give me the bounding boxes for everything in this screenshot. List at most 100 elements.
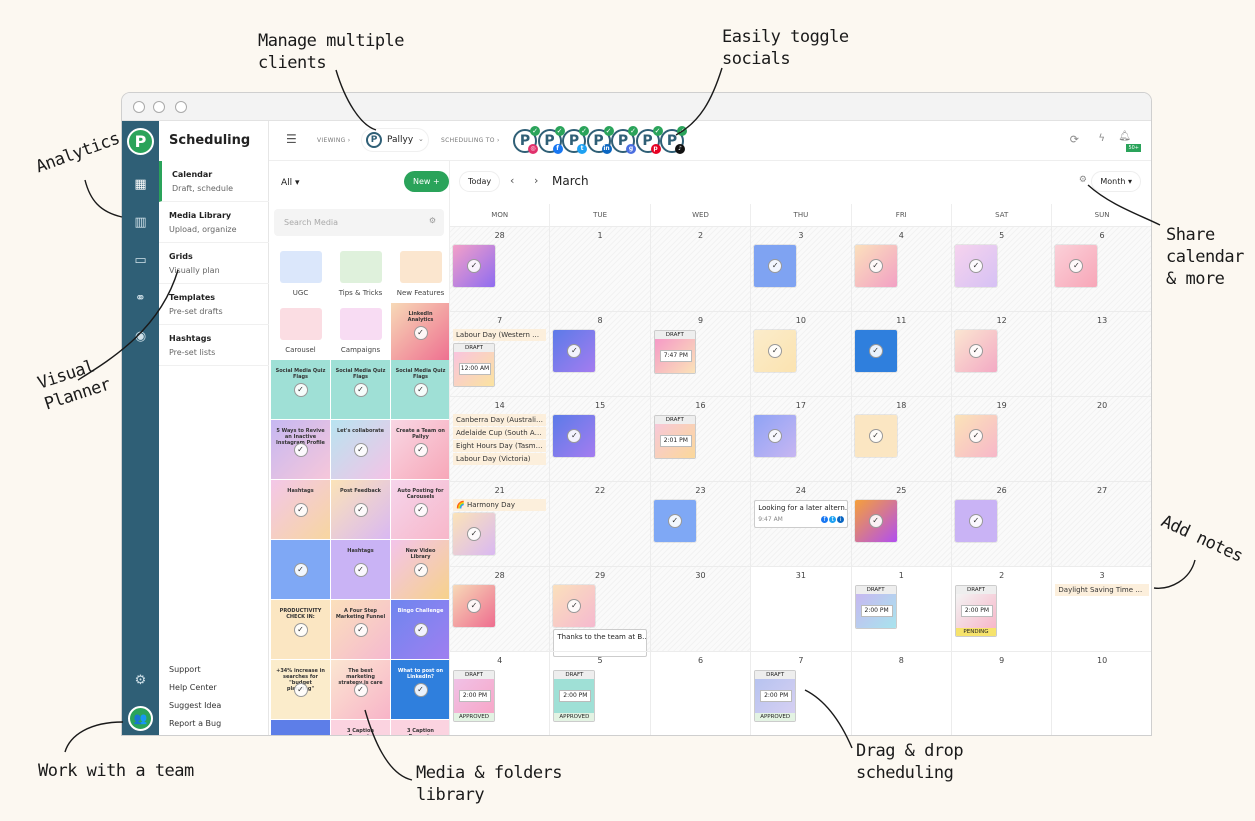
next-month-button[interactable]: › [534,174,538,187]
day-cell[interactable]: 3 ✓ [751,226,852,311]
window-maximize-button[interactable] [175,101,187,113]
day-cell[interactable]: 7 DRAFT 2:00 PM APPROVED [751,651,852,735]
media-tile[interactable]: 3 Caption Prompts✓ [391,720,449,735]
help-center-link[interactable]: Help Center [169,683,217,692]
day-cell[interactable]: 8 [851,651,952,735]
scheduled-post[interactable]: ✓ [553,330,596,372]
day-cell[interactable]: 17 ✓ [751,396,852,481]
today-button[interactable]: Today [459,171,501,192]
scheduled-post[interactable]: ✓ [854,500,897,542]
holiday-event[interactable]: Eight Hours Day (Tasman... [453,440,547,452]
day-cell[interactable]: 28 ✓ [450,226,551,311]
social-toggle-twitter[interactable]: P ✓ t [562,126,589,154]
media-tile[interactable]: The best marketing strategy is care ✓ [331,660,390,719]
media-folder[interactable]: Carousel [271,303,330,358]
day-cell[interactable]: 7 Labour Day (Western Aus... DRAFT 12:00 AM [450,311,551,396]
holiday-event[interactable]: Labour Day (Western Aus... [453,329,547,341]
sidebar-item-calendar[interactable]: Calendar Draft, schedule [159,161,269,202]
social-toggle-tiktok[interactable]: P ✓ ♪ [660,126,687,154]
menu-icon[interactable]: ☰ [286,132,297,146]
compass-icon[interactable]: ◉ [131,327,150,346]
media-tile[interactable]: Social Media Quiz Flags ✓ [391,360,449,419]
media-tile[interactable]: Create a Team on Pallyy ✓ [391,420,449,479]
settings-icon[interactable]: ⚙ [429,216,436,225]
support-link[interactable]: Support [169,665,201,674]
day-cell[interactable]: 23 ✓ [650,481,752,566]
day-cell[interactable]: 16 DRAFT 2:01 PM [650,396,752,481]
client-selector[interactable]: P Pallyy ⌄ [361,128,429,152]
draft-post[interactable]: DRAFT 12:00 AM [453,343,495,387]
day-cell[interactable]: 19 ✓ [952,396,1053,481]
sidebar-item-media-library[interactable]: Media Library Upload, organize [159,202,269,243]
media-tile[interactable]: Auto Posting for Carousels ✓ [391,480,449,539]
draft-post[interactable]: DRAFT 2:00 PM APPROVED [553,670,596,722]
social-toggle-facebook[interactable]: P ✓ f [537,126,565,154]
analytics-icon[interactable]: ▥ [131,213,150,232]
day-cell[interactable]: 3 Daylight Saving Time ends [1052,566,1151,651]
day-cell[interactable]: 10 ✓ [751,311,852,396]
window-close-button[interactable] [133,101,145,113]
day-cell[interactable]: 4 ✓ [851,226,952,311]
search-media-input[interactable]: Search Media ⚙ [274,209,444,236]
day-cell[interactable]: 11 ✓ [851,311,952,396]
scheduled-post[interactable]: ✓ [754,330,797,372]
settings-icon[interactable]: ⚙ [1079,175,1087,185]
media-folder[interactable]: Campaigns [331,303,390,358]
media-tile[interactable]: Hashtags ✓ [271,480,330,539]
holiday-event[interactable]: Daylight Saving Time ends [1055,584,1149,596]
day-cell[interactable]: 9 [952,651,1053,735]
media-tile[interactable]: 3 Caption Prompts✓ [331,720,390,735]
prev-month-button[interactable]: ‹ [510,174,514,187]
team-icon[interactable]: 👥 [128,706,153,731]
scheduled-post[interactable]: ✓ [854,330,897,372]
scheduled-post[interactable]: ✓ [754,245,797,287]
new-button[interactable]: New + [404,171,449,192]
day-cell[interactable]: 4 DRAFT 2:00 PM APPROVED [450,651,551,735]
media-tile[interactable]: Bingo Challenge ✓ [391,600,449,659]
media-tile[interactable]: Post Feedback ✓ [331,480,390,539]
view-dropdown[interactable]: Month ▾ [1091,171,1141,192]
scheduled-post[interactable]: ✓ [453,585,495,627]
day-cell[interactable]: 5 ✓ [952,226,1053,311]
scheduled-post[interactable]: ✓ [955,330,997,372]
media-tile[interactable]: Let's collaborate ✓ [331,420,390,479]
media-tile[interactable]: 5 Ways to Revive an Inactive Instagram P… [271,420,330,479]
media-tile[interactable]: LinkedIn Analytics ✓ [391,303,449,362]
draft-post[interactable]: DRAFT 2:00 PM PENDING [955,585,997,637]
filter-dropdown[interactable]: All ▾ [281,178,300,188]
day-cell[interactable]: 1 DRAFT 2:00 PM [851,566,952,651]
day-cell[interactable]: 18 ✓ [851,396,952,481]
media-folder[interactable]: UGC [271,246,330,301]
media-tile[interactable]: Social Media Quiz Flags ✓ [271,360,330,419]
social-toggle-pinterest[interactable]: P ✓ p [635,126,663,154]
media-tile[interactable]: A Four Step Marketing Funnel ✓ [331,600,390,659]
day-cell[interactable]: 31 [751,566,852,651]
holiday-event[interactable]: 🌈 Harmony Day [453,499,547,511]
draft-post[interactable]: DRAFT 2:00 PM [854,585,897,629]
text-note-post[interactable]: Looking for a later altern... 9:47 AM f t i [754,500,849,528]
scheduled-post[interactable]: ✓ [955,415,997,457]
day-cell[interactable]: 6 [650,651,752,735]
holiday-event[interactable]: Adelaide Cup (South Aus... [453,427,547,439]
day-cell[interactable]: 24 Looking for a later altern... 9:47 AM f t… [751,481,852,566]
scheduled-post[interactable]: ✓ [453,245,495,287]
window-minimize-button[interactable] [153,101,165,113]
media-tile[interactable]: PRODUCTIVITY CHECK IN: ✓ [271,600,330,659]
day-cell[interactable]: 30 [650,566,752,651]
day-cell[interactable]: 14 Canberra Day (Australia... Adelaide Cup… [450,396,551,481]
scheduled-post[interactable]: ✓ [653,500,696,542]
day-cell[interactable]: 28 ✓ [450,566,551,651]
scheduled-post[interactable]: ✓ [955,245,997,287]
suggest-idea-link[interactable]: Suggest Idea [169,701,221,710]
sidebar-item-templates[interactable]: Templates Pre-set drafts [159,284,269,325]
media-tile[interactable]: What to post on LinkedIn? ✓ [391,660,449,719]
scheduled-post[interactable]: ✓ [1055,245,1098,287]
holiday-event[interactable]: Labour Day (Victoria) [453,453,547,465]
media-folder[interactable]: New Features [391,246,449,301]
day-cell[interactable]: 1 [550,226,651,311]
scheduled-post[interactable]: ✓ [553,415,596,457]
day-cell[interactable]: 20 [1052,396,1151,481]
sidebar-item-grids[interactable]: Grids Visually plan [159,243,269,284]
day-cell[interactable]: 13 [1052,311,1151,396]
media-tile[interactable]: ✓ [271,720,330,735]
